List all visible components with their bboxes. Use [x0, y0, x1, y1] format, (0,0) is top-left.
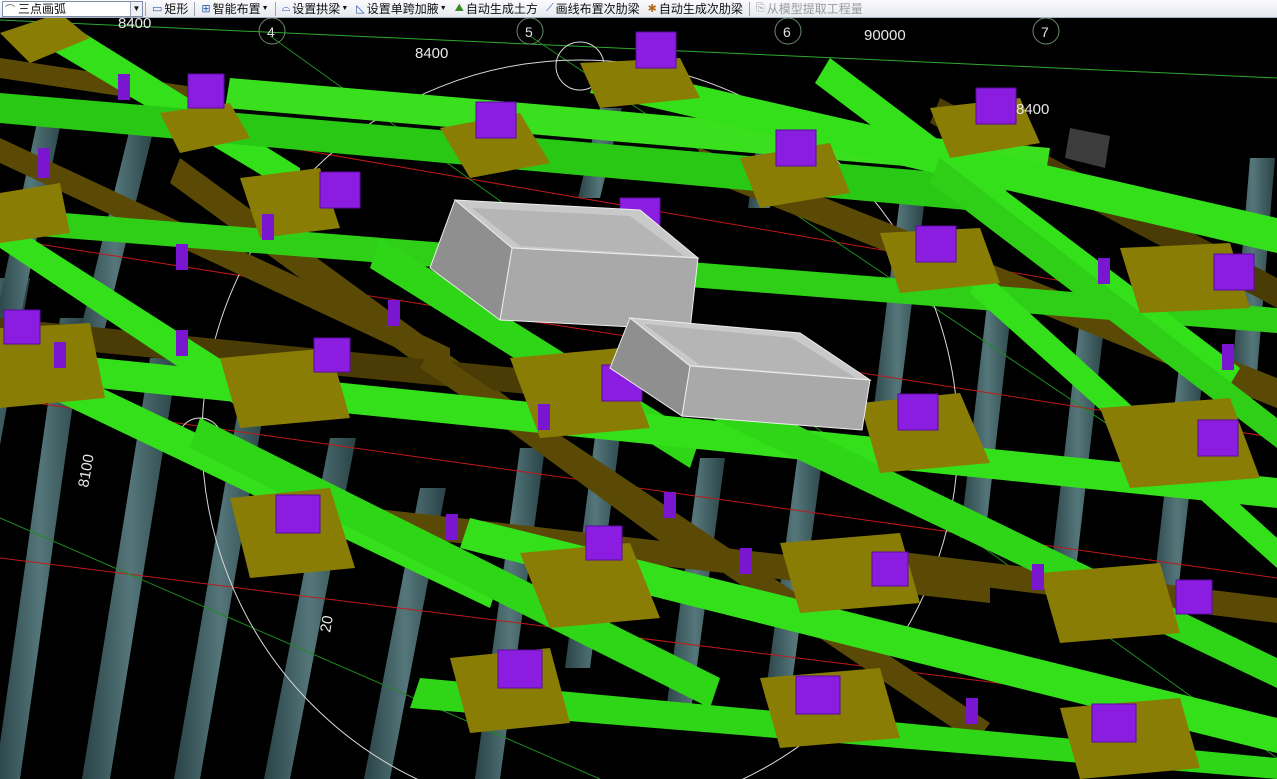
toolbar-separator: [274, 1, 276, 16]
column-head: [871, 551, 909, 587]
column-head: [635, 31, 677, 69]
column-head: [585, 525, 623, 561]
rect-label: 矩形: [164, 2, 189, 16]
earthwork-icon: ⛰: [454, 2, 464, 14]
auto-earthwork-button[interactable]: ⛰ 自动生成土方: [451, 1, 542, 17]
extract-quantity-button[interactable]: ⎘ 从模型提取工程量: [752, 1, 867, 17]
toolbar-separator: [145, 1, 146, 16]
dimension-label: 8400: [118, 18, 151, 32]
column-head: [775, 129, 817, 167]
extract-icon: ⎘: [755, 2, 765, 14]
column-head: [1213, 253, 1255, 291]
draw-mode-select[interactable]: ⌒ 三点画弧 ▼: [2, 0, 143, 17]
grid-bubble-label: 7: [1041, 24, 1049, 40]
rect-button[interactable]: ▭ 矩形: [148, 1, 192, 17]
column-head: [475, 101, 517, 139]
column-head: [975, 87, 1017, 125]
dimension-label: 8400: [1016, 101, 1049, 118]
set-span-haunch-button[interactable]: ◺ 设置单跨加腋 ▼: [352, 1, 450, 17]
set-arch-beam-button[interactable]: ⌓ 设置拱梁 ▼: [278, 1, 353, 17]
draw-secondary-rib-label: 画线布置次肋梁: [555, 2, 640, 16]
toolbar-separator: [748, 1, 750, 16]
column-head: [319, 171, 361, 209]
smart-layout-button[interactable]: ⊞ 智能布置 ▼: [197, 1, 272, 17]
chevron-down-icon: ▼: [439, 5, 447, 12]
auto-rib-icon: ✱: [647, 3, 657, 15]
column-head: [275, 494, 321, 534]
column-head: [187, 73, 225, 109]
auto-secondary-rib-button[interactable]: ✱ 自动生成次肋梁: [644, 1, 747, 17]
3d-model-viewport[interactable]: 4 5 6 7 8400 8400 90000 8400 8100 20: [0, 18, 1277, 779]
auto-secondary-rib-label: 自动生成次肋梁: [658, 2, 743, 16]
column-head: [497, 649, 543, 689]
draw-mode-value: 三点画弧: [18, 1, 67, 16]
column-head: [313, 337, 351, 373]
dimension-label: 8400: [415, 45, 448, 62]
dimension-label: 20: [317, 614, 337, 633]
extract-quantity-label: 从模型提取工程量: [766, 2, 863, 16]
rectangle-icon: ▭: [152, 3, 163, 15]
chevron-down-icon: ▼: [341, 5, 349, 12]
arch-beam-icon: ⌓: [281, 2, 291, 14]
column-head: [915, 225, 957, 263]
column-head: [795, 675, 841, 715]
auto-earthwork-label: 自动生成土方: [465, 2, 538, 16]
set-arch-beam-label: 设置拱梁: [292, 2, 341, 16]
arc-icon: ⌒: [5, 5, 15, 16]
rib-line-icon: ⟋: [545, 2, 554, 14]
column-head: [1197, 419, 1239, 457]
grid-bubble-label: 5: [525, 24, 533, 40]
column-head: [897, 393, 939, 431]
toolbar-separator: [194, 1, 196, 16]
smart-layout-label: 智能布置: [212, 2, 261, 16]
chevron-down-icon[interactable]: ▼: [130, 1, 142, 16]
set-span-haunch-label: 设置单跨加腋: [366, 2, 439, 16]
column-head: [1175, 579, 1213, 615]
chevron-down-icon: ▼: [261, 5, 269, 12]
haunch-icon: ◺: [356, 3, 365, 15]
grid-bubble-label: 6: [783, 24, 791, 40]
smart-layout-icon: ⊞: [201, 3, 211, 15]
drawing-toolbar: ⌒ 三点画弧 ▼ ▭ 矩形 ⊞ 智能布置 ▼ ⌓ 设置拱梁 ▼ ◺ 设置单跨加腋…: [0, 0, 1277, 18]
column-head: [3, 309, 41, 345]
draw-secondary-rib-button[interactable]: ⟋ 画线布置次肋梁: [542, 1, 644, 17]
dimension-label: 90000: [864, 27, 906, 44]
column-head: [1091, 703, 1137, 743]
grid-bubble-label: 4: [267, 24, 275, 40]
